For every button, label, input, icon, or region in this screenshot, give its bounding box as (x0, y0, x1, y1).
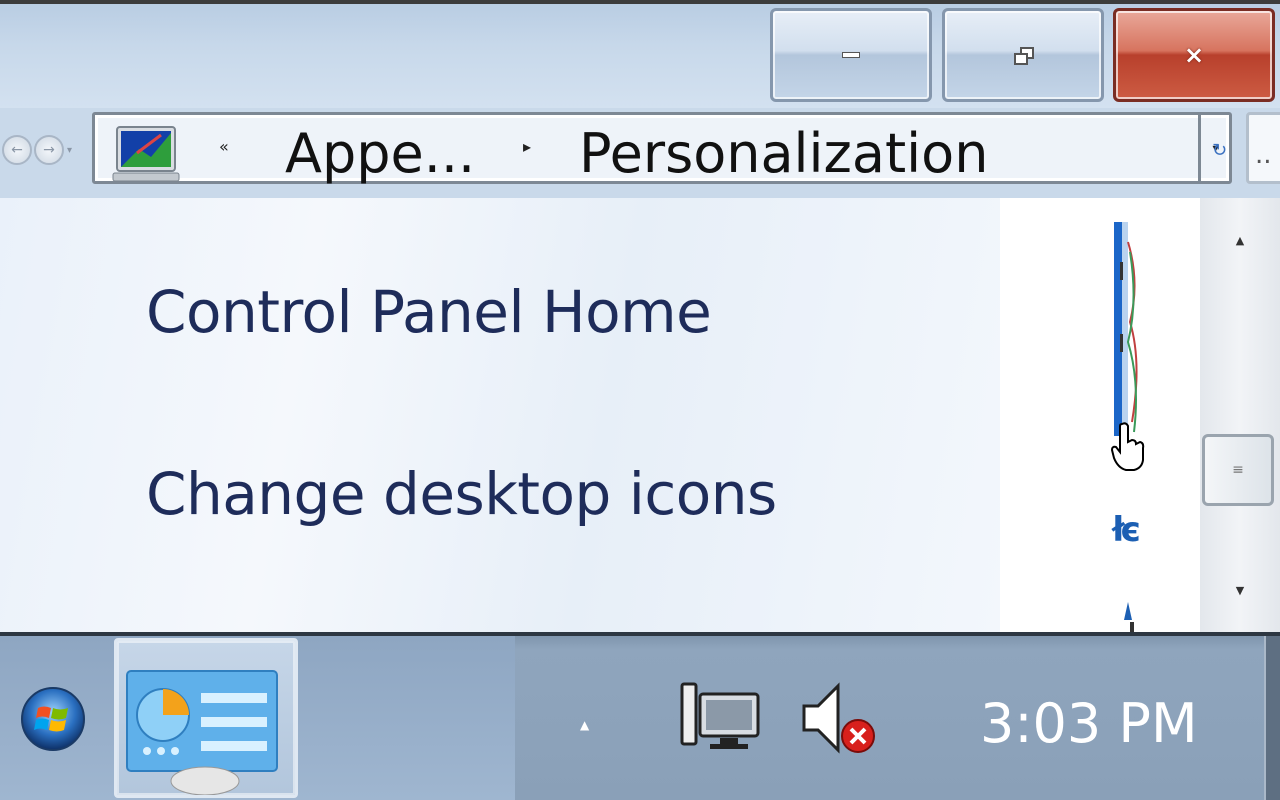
scroll-down-arrow-icon: ▼ (1235, 583, 1245, 597)
taskbar: ▲ 3:03 PM (0, 632, 1280, 800)
search-input[interactable]: .. (1246, 112, 1280, 184)
vertical-scrollbar[interactable]: ▲ ≡ ▼ (1200, 198, 1280, 632)
content-pane: łє (1000, 198, 1200, 632)
refresh-icon[interactable]: ↻ (1212, 140, 1227, 161)
next-task-link-partial[interactable] (146, 580, 646, 594)
theme-item-fragment-icon (1124, 602, 1134, 632)
navigation-buttons: ← → ▾ (0, 132, 94, 168)
taskbar-control-panel-button[interactable] (114, 638, 298, 798)
network-icon[interactable] (680, 680, 764, 756)
theme-label-fragment[interactable]: łє (1112, 510, 1141, 550)
control-panel-home-link[interactable]: Control Panel Home (146, 278, 712, 346)
minimize-button[interactable] (770, 8, 932, 102)
breadcrumb-overflow-chevron[interactable]: « (219, 137, 229, 156)
scroll-up-button[interactable]: ▲ (1200, 220, 1280, 260)
control-panel-icon (126, 670, 278, 795)
scroll-thumb[interactable]: ≡ (1202, 434, 1274, 506)
restore-icon (1014, 47, 1034, 65)
hand-cursor-icon (1110, 422, 1145, 471)
grip-icon: ≡ (1232, 462, 1244, 478)
windows-start-orb-icon[interactable] (20, 686, 86, 752)
show-desktop-button[interactable] (1264, 636, 1280, 800)
recent-pages-dropdown[interactable]: ▾ (67, 145, 72, 156)
breadcrumb-separator[interactable]: ▸ (523, 137, 531, 156)
volume-muted-icon[interactable] (800, 680, 884, 756)
forward-arrow-icon: → (43, 142, 55, 158)
back-button[interactable]: ← (2, 135, 32, 165)
scroll-down-button[interactable]: ▼ (1200, 570, 1280, 610)
show-hidden-icons-button[interactable]: ▲ (580, 718, 589, 732)
theme-thumbnail-icon[interactable] (1114, 222, 1144, 436)
minimize-icon (842, 52, 860, 58)
forward-button[interactable]: → (34, 135, 64, 165)
back-arrow-icon: ← (11, 142, 23, 158)
close-icon: × (1183, 41, 1205, 69)
title-bar: × (0, 0, 1280, 108)
breadcrumb-personalization[interactable]: Personalization (579, 127, 988, 181)
close-button[interactable]: × (1113, 8, 1275, 102)
address-bar[interactable]: « Appe... ▸ Personalization ▾ (92, 112, 1232, 184)
change-desktop-icons-link[interactable]: Change desktop icons (146, 460, 777, 528)
control-panel-icon (112, 126, 180, 182)
restore-button[interactable] (942, 8, 1104, 102)
taskbar-clock[interactable]: 3:03 PM (980, 692, 1198, 755)
task-pane: Control Panel Home Change desktop icons (0, 198, 1000, 632)
scroll-up-arrow-icon: ▲ (1235, 233, 1245, 247)
breadcrumb-appearance[interactable]: Appe... (285, 127, 475, 181)
